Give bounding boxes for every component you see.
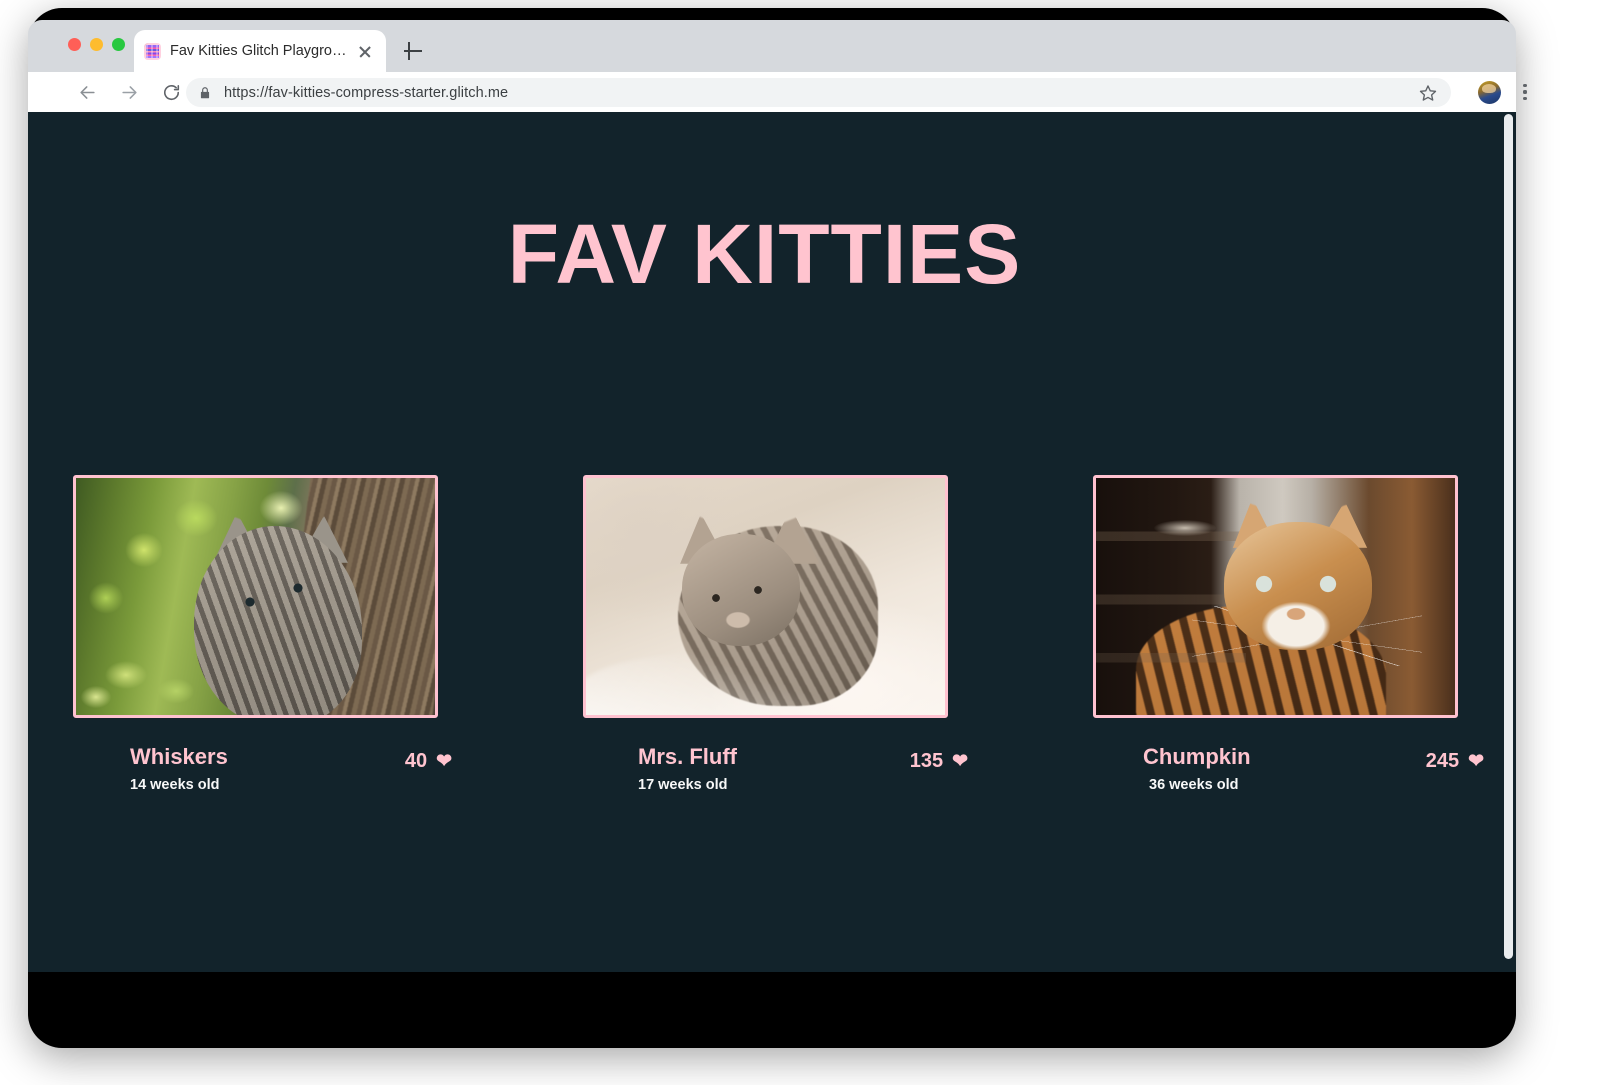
foliage-shape bbox=[76, 645, 266, 715]
kitty-name: Whiskers bbox=[130, 744, 228, 769]
close-window-button[interactable] bbox=[68, 38, 81, 51]
kitty-card: Whiskers 14 weeks old 40 ❤ bbox=[73, 475, 452, 804]
bed-fold-shape bbox=[586, 651, 826, 715]
kitty-like-button[interactable]: 135 ❤ bbox=[910, 750, 968, 773]
kitty-age: 14 weeks old bbox=[130, 777, 220, 793]
page-scrollbar-thumb[interactable] bbox=[1504, 114, 1513, 959]
kitty-meta: Mrs. Fluff 17 weeks old 135 ❤ bbox=[583, 744, 968, 804]
page-content: FAV KITTIES Whiskers 14 weeks old 40 ❤ M… bbox=[28, 112, 1501, 972]
lock-icon bbox=[200, 86, 210, 98]
glitch-favicon bbox=[144, 42, 161, 60]
arrow-left-icon bbox=[79, 85, 95, 99]
browser-tab-strip: Fav Kitties Glitch Playground bbox=[28, 20, 1516, 72]
kitty-meta: Chumpkin 36 weeks old 245 ❤ bbox=[1093, 744, 1484, 804]
kitty-photo-mrs-fluff[interactable] bbox=[583, 475, 948, 718]
background-shelf-shape bbox=[1096, 478, 1246, 715]
kitty-name: Mrs. Fluff bbox=[638, 744, 737, 769]
browser-toolbar: https://fav-kitties-compress-starter.gli… bbox=[28, 72, 1527, 112]
kitty-meta: Whiskers 14 weeks old 40 ❤ bbox=[73, 744, 452, 804]
kebab-dot bbox=[1523, 90, 1527, 94]
page-scrollbar[interactable] bbox=[1501, 112, 1516, 972]
profile-avatar[interactable] bbox=[1478, 81, 1501, 104]
like-count: 40 bbox=[404, 750, 428, 772]
kitty-photo-whiskers[interactable] bbox=[73, 475, 438, 718]
star-icon[interactable] bbox=[1419, 84, 1437, 102]
kitty-photo-image bbox=[76, 478, 435, 715]
cat-ears-shape bbox=[1232, 498, 1368, 548]
kitty-card: Chumpkin 36 weeks old 245 ❤ bbox=[1093, 475, 1484, 804]
browser-tab[interactable]: Fav Kitties Glitch Playground bbox=[134, 30, 386, 72]
kitty-photo-image bbox=[586, 478, 945, 715]
like-count: 245 bbox=[1425, 750, 1460, 772]
close-tab-icon[interactable] bbox=[354, 40, 376, 62]
page-title: FAV KITTIES bbox=[507, 207, 1022, 301]
new-tab-button[interactable] bbox=[400, 38, 426, 64]
reload-button[interactable] bbox=[154, 75, 188, 109]
like-count: 135 bbox=[909, 750, 944, 772]
kitty-like-button[interactable]: 40 ❤ bbox=[405, 750, 452, 773]
maximize-window-button[interactable] bbox=[112, 38, 125, 51]
kitty-age: 36 weeks old bbox=[1149, 777, 1239, 793]
whiskers-shape bbox=[1192, 606, 1422, 666]
minimize-window-button[interactable] bbox=[90, 38, 103, 51]
back-button[interactable] bbox=[70, 75, 104, 109]
kebab-dot bbox=[1523, 84, 1527, 88]
kitty-age: 17 weeks old bbox=[638, 777, 728, 793]
screenshot-stage: Fav Kitties Glitch Playground https://fa… bbox=[0, 0, 1622, 1085]
kitty-like-button[interactable]: 245 ❤ bbox=[1426, 750, 1484, 773]
kitty-card: Mrs. Fluff 17 weeks old 135 ❤ bbox=[583, 475, 968, 804]
cat-ears-shape bbox=[213, 512, 348, 563]
tab-title: Fav Kitties Glitch Playground bbox=[170, 43, 354, 59]
arrow-right-icon bbox=[121, 85, 137, 99]
forward-button[interactable] bbox=[112, 75, 146, 109]
reload-icon bbox=[163, 84, 179, 100]
cat-ears-shape bbox=[680, 507, 820, 564]
kitty-name: Chumpkin bbox=[1143, 744, 1251, 769]
window-traffic-lights bbox=[68, 38, 125, 51]
kebab-dot bbox=[1523, 96, 1527, 100]
address-bar[interactable]: https://fav-kitties-compress-starter.gli… bbox=[186, 78, 1451, 107]
url-text: https://fav-kitties-compress-starter.gli… bbox=[224, 84, 509, 101]
heart-icon: ❤ bbox=[1468, 751, 1484, 772]
chrome-menu-button[interactable] bbox=[1515, 81, 1535, 103]
page-viewport: FAV KITTIES Whiskers 14 weeks old 40 ❤ M… bbox=[28, 112, 1516, 972]
kitty-grid: Whiskers 14 weeks old 40 ❤ Mrs. Fluff 17… bbox=[73, 475, 1484, 804]
heart-icon: ❤ bbox=[952, 751, 968, 772]
kitty-photo-image bbox=[1096, 478, 1455, 715]
kitty-photo-chumpkin[interactable] bbox=[1093, 475, 1458, 718]
heart-icon: ❤ bbox=[436, 751, 452, 772]
